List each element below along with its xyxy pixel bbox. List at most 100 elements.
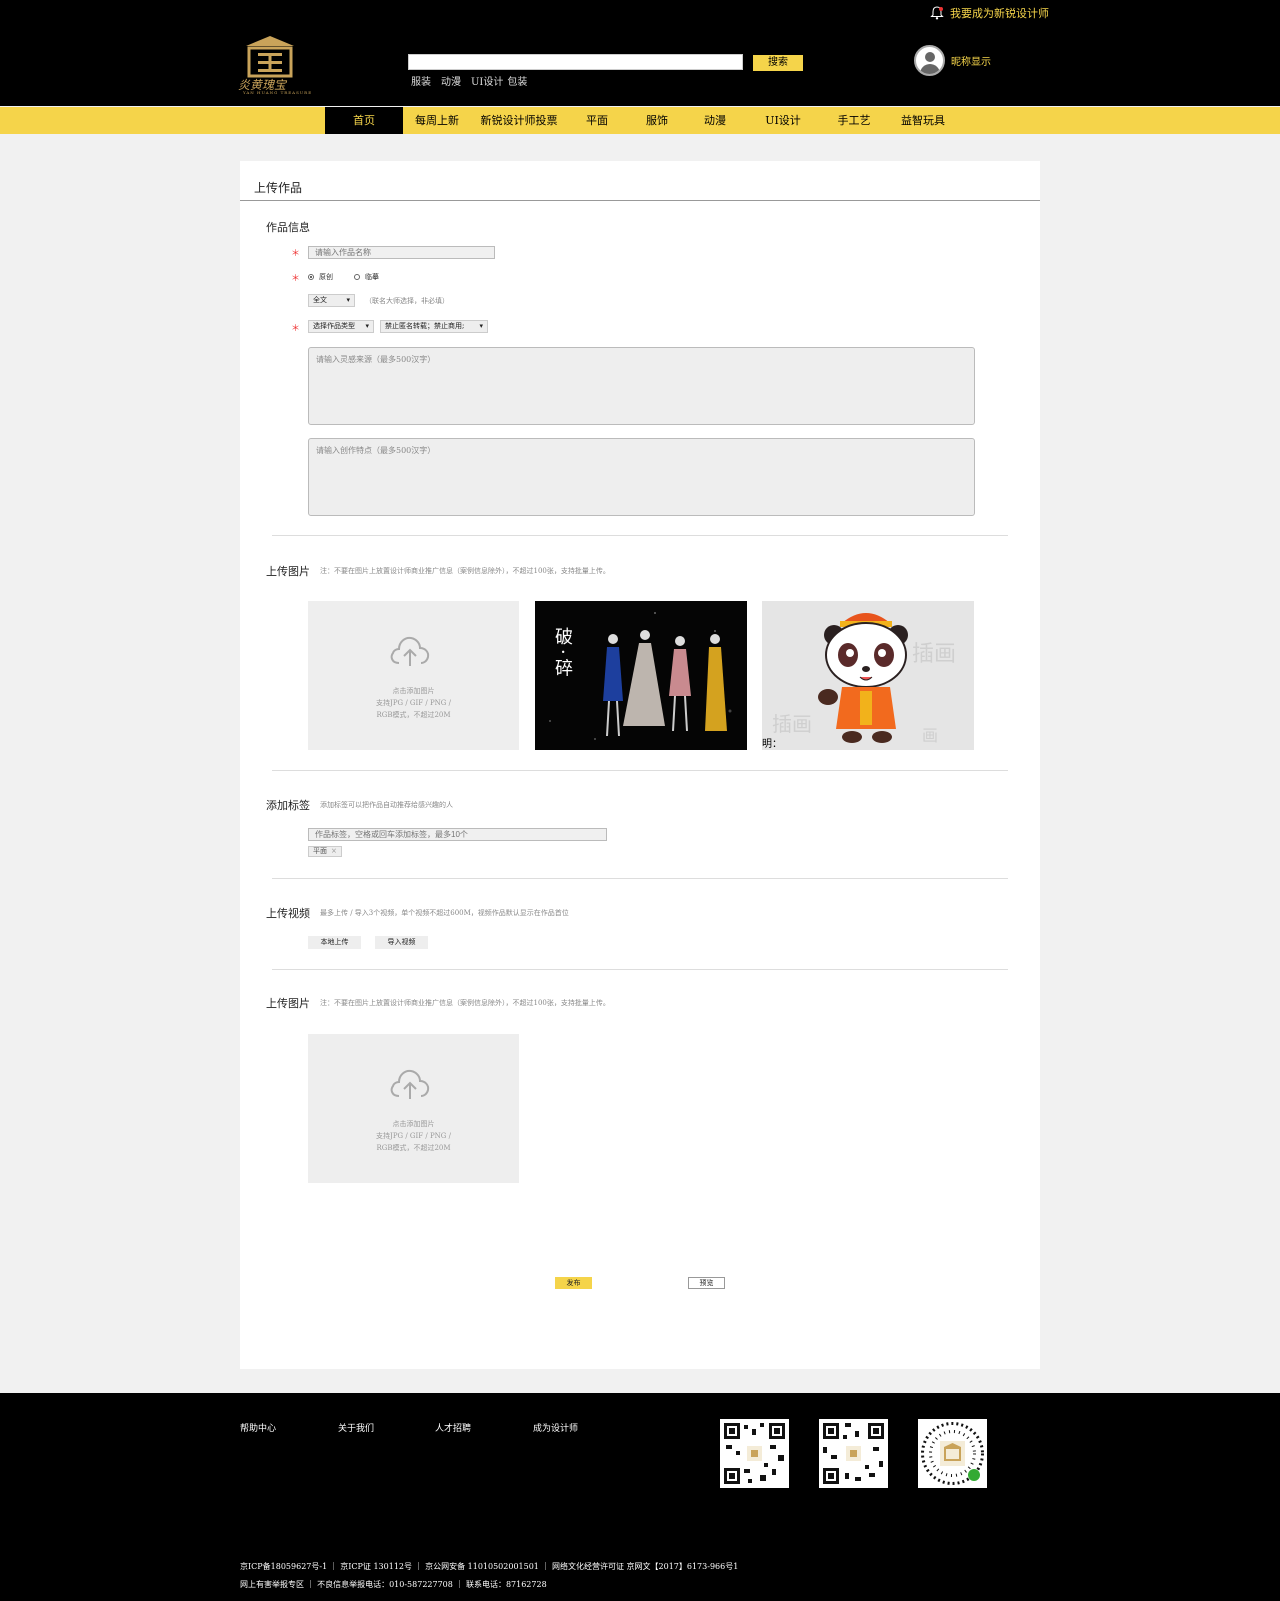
panda-caption: 明：: [762, 739, 782, 750]
upload-hint: 注：不要在图片上放置设计师商业推广信息（案例信息除外），不超过100张，支持批量…: [320, 567, 610, 575]
nav-item-weekly[interactable]: 每周上新: [403, 107, 471, 134]
section-title-tags: 添加标签: [266, 799, 310, 812]
section-title-upload: 上传图片: [266, 565, 310, 578]
tag-chip-label: 平面: [313, 847, 327, 855]
nav-item-vote[interactable]: 新锐设计师投票: [471, 107, 567, 134]
section-title-info: 作品信息: [266, 221, 310, 234]
publish-button[interactable]: 发布: [555, 1277, 592, 1289]
footer-link-about[interactable]: 关于我们: [338, 1421, 374, 1434]
site-header: 我要成为新锐设计师 炎黄瑰宝 YAN HUANG TREASURE 搜索 服装 …: [0, 0, 1280, 106]
page-title: 上传作品: [254, 181, 303, 195]
hot-tag[interactable]: 包装: [507, 73, 527, 88]
section-divider: [272, 878, 1008, 879]
site-footer: 帮助中心 关于我们 人才招聘 成为设计师 京ICP备18059627号-1 ｜ …: [0, 1393, 1280, 1601]
nav-item-anime[interactable]: 动漫: [687, 107, 743, 134]
become-designer-link[interactable]: 我要成为新锐设计师: [930, 5, 1049, 21]
close-icon[interactable]: ×: [331, 847, 337, 856]
add-image-box[interactable]: 点击添加图片 支持JPG / GIF / PNG / RGB模式，不超过20M: [308, 601, 519, 750]
caret-down-icon: ▾: [346, 296, 350, 304]
license-value: 禁止匿名转载；禁止商用;: [385, 322, 465, 330]
uploaded-image-fashion[interactable]: 破·碎: [535, 601, 747, 750]
master-hint: （联名大师选择，非必填）: [365, 297, 449, 305]
qr-code-icon: [819, 1419, 888, 1488]
become-designer-label[interactable]: 我要成为新锐设计师: [950, 5, 1049, 21]
fashion-title: 破·碎: [552, 627, 573, 681]
work-type-select[interactable]: 选择作品类型 ▾: [308, 320, 374, 333]
required-mark: ＊: [291, 324, 301, 334]
logo-subtext: YAN HUANG TREASURE: [243, 90, 313, 95]
caret-down-icon: ▾: [479, 322, 483, 330]
work-type-value: 选择作品类型: [313, 322, 355, 330]
radio-original[interactable]: 原创: [308, 272, 333, 282]
main-nav: 首页 每周上新 新锐设计师投票 平面 服饰 动漫 UI设计 手工艺 益智玩具: [0, 107, 1280, 134]
cloud-upload-icon: [390, 1069, 430, 1099]
caret-down-icon: ▾: [365, 322, 369, 330]
panda-illustration: 插画 插画 画: [762, 601, 974, 750]
radio-dot-icon: [308, 274, 314, 280]
add-image-line: 支持JPG / GIF / PNG /: [376, 699, 451, 707]
tag-chip[interactable]: 平面 ×: [308, 846, 342, 857]
bell-icon: [930, 6, 944, 20]
section-divider: [272, 770, 1008, 771]
section-title-upload-2: 上传图片: [266, 997, 310, 1010]
user-menu[interactable]: 昵称显示: [914, 45, 991, 76]
required-mark: ＊: [291, 274, 301, 284]
tags-input[interactable]: [308, 828, 607, 841]
tags-hint: 添加标签可以把作品自动推荐给感兴趣的人: [320, 801, 453, 809]
footer-report-line: 网上有害举报专区 ｜ 不良信息举报电话：010-587227708 ｜ 联系电话…: [240, 1580, 547, 1589]
add-image-line: RGB模式，不超过20M: [376, 711, 451, 719]
svg-text:画: 画: [922, 726, 938, 745]
hot-tags: 服装 动漫 UI设计 包装: [411, 73, 527, 88]
add-image-line: 点击添加图片: [392, 687, 435, 695]
section-divider: [272, 969, 1008, 970]
nickname[interactable]: 昵称显示: [951, 53, 991, 68]
add-image-text: 点击添加图片 支持JPG / GIF / PNG / RGB模式，不超过20M: [308, 1118, 519, 1154]
footer-link-jobs[interactable]: 人才招聘: [435, 1421, 471, 1434]
hot-tag[interactable]: 动漫: [441, 73, 461, 88]
footer-link-designer[interactable]: 成为设计师: [533, 1421, 578, 1434]
master-select[interactable]: 全文 ▾: [308, 294, 355, 307]
license-select[interactable]: 禁止匿名转载；禁止商用; ▾: [380, 320, 488, 333]
upload-hint-2: 注：不要在图片上放置设计师商业推广信息（案例信息除外），不超过100张，支持批量…: [320, 999, 610, 1007]
search-input[interactable]: [408, 54, 743, 70]
nav-item-home[interactable]: 首页: [325, 107, 403, 134]
search-button[interactable]: 搜索: [753, 55, 803, 71]
radio-copy[interactable]: 临摹: [354, 272, 379, 282]
hot-tag[interactable]: 服装: [411, 73, 431, 88]
add-image-line: 点击添加图片: [392, 1120, 435, 1128]
add-image-box-2[interactable]: 点击添加图片 支持JPG / GIF / PNG / RGB模式，不超过20M: [308, 1034, 519, 1183]
title-divider: [240, 200, 1040, 201]
radio-copy-label: 临摹: [365, 273, 379, 281]
add-image-line: RGB模式，不超过20M: [376, 1144, 451, 1152]
section-divider: [272, 535, 1008, 536]
video-hint: 最多上传 / 导入3个视频，单个视频不超过600M，视频作品默认显示在作品首位: [320, 909, 569, 917]
inspiration-textarea[interactable]: 请输入灵感来源（最多500汉字）: [308, 347, 975, 425]
uploaded-image-panda[interactable]: 插画 插画 画: [762, 601, 974, 750]
avatar[interactable]: [914, 45, 945, 76]
add-image-text: 点击添加图片 支持JPG / GIF / PNG / RGB模式，不超过20M: [308, 685, 519, 721]
nav-item-graphic[interactable]: 平面: [567, 107, 627, 134]
section-title-video: 上传视频: [266, 907, 310, 920]
radio-original-label: 原创: [319, 273, 333, 281]
upload-card: 上传作品 作品信息 ＊ ＊ 原创 临摹 全文 ▾ （联名大师选择，非必填） ＊ …: [240, 161, 1040, 1369]
import-video-button[interactable]: 导入视频: [375, 936, 428, 949]
footer-icp-line: 京ICP备18059627号-1 ｜ 京ICP证 130112号 ｜ 京公网安备…: [240, 1562, 739, 1571]
nav-item-craft[interactable]: 手工艺: [823, 107, 885, 134]
nav-item-toys[interactable]: 益智玩具: [885, 107, 961, 134]
required-mark: ＊: [291, 249, 301, 259]
local-upload-button[interactable]: 本地上传: [308, 936, 361, 949]
radio-dot-icon: [354, 274, 360, 280]
cloud-upload-icon: [390, 636, 430, 666]
work-name-input[interactable]: [308, 246, 495, 259]
nav-item-apparel[interactable]: 服饰: [627, 107, 687, 134]
add-image-line: 支持JPG / GIF / PNG /: [376, 1132, 451, 1140]
svg-text:插画: 插画: [772, 712, 812, 736]
qr-code-icon: [720, 1419, 789, 1488]
mini-program-code-icon: [918, 1419, 987, 1488]
nav-item-ui[interactable]: UI设计: [743, 107, 823, 134]
footer-link-help[interactable]: 帮助中心: [240, 1421, 276, 1434]
feature-textarea[interactable]: 请输入创作特点（最多500汉字）: [308, 438, 975, 516]
preview-button[interactable]: 预览: [688, 1277, 725, 1289]
svg-text:插画: 插画: [912, 642, 956, 667]
hot-tag[interactable]: UI设计: [471, 73, 503, 88]
